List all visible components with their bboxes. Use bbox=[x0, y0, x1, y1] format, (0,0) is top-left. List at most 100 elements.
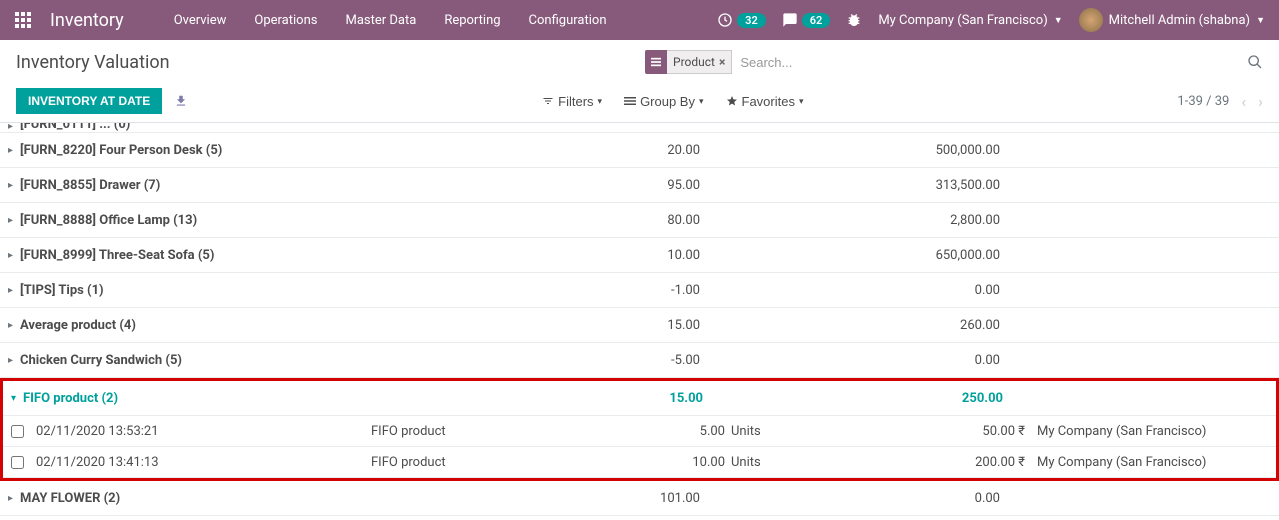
caret-right-icon: ▸ bbox=[8, 145, 16, 156]
search-input[interactable] bbox=[732, 51, 1247, 74]
group-row[interactable]: ▸ [FURN_8220] Four Person Desk (5) 20.00… bbox=[0, 133, 1279, 168]
activity-indicator[interactable]: 32 bbox=[717, 12, 766, 28]
cell-company: My Company (San Francisco) bbox=[1031, 455, 1276, 470]
group-label: [TIPS] Tips (1) bbox=[20, 283, 380, 298]
group-qty: 95.00 bbox=[380, 178, 710, 193]
group-label: Chicken Curry Sandwich (5) bbox=[20, 353, 380, 368]
page-title: Inventory Valuation bbox=[16, 52, 170, 73]
caret-right-icon: ▸ bbox=[8, 493, 16, 504]
group-row[interactable]: ▸ [TIPS] Tips (1) -1.00 0.00 bbox=[0, 273, 1279, 308]
cell-product: FIFO product bbox=[371, 455, 551, 470]
caret-right-icon: ▸ bbox=[8, 123, 16, 132]
apps-icon[interactable] bbox=[14, 11, 32, 29]
group-row[interactable]: ▸ [FURN_8888] Office Lamp (13) 80.00 2,8… bbox=[0, 203, 1279, 238]
nav-links: Overview Operations Master Data Reportin… bbox=[174, 13, 607, 28]
group-row[interactable]: ▸ [FURN_8999] Three-Seat Sofa (5) 10.00 … bbox=[0, 238, 1279, 273]
nav-operations[interactable]: Operations bbox=[254, 13, 317, 28]
cell-date: 02/11/2020 13:53:21 bbox=[36, 424, 371, 439]
group-qty: 80.00 bbox=[380, 213, 710, 228]
nav-overview[interactable]: Overview bbox=[174, 13, 227, 28]
group-row[interactable]: ▸ [FURN_0111] ... (0) bbox=[0, 123, 1279, 133]
group-row[interactable]: ▸ [FURN_8855] Drawer (7) 95.00 313,500.0… bbox=[0, 168, 1279, 203]
control-panel: Inventory Valuation Product × Inventory … bbox=[0, 40, 1279, 123]
table-row[interactable]: 02/11/2020 13:41:13 FIFO product 10.00 U… bbox=[3, 447, 1276, 478]
download-icon[interactable] bbox=[174, 94, 188, 109]
facet-product: Product × bbox=[667, 50, 732, 74]
cell-value: 200.00 ₹ bbox=[811, 455, 1031, 470]
group-label: [FURN_8220] Four Person Desk (5) bbox=[20, 143, 380, 158]
group-val: 0.00 bbox=[710, 491, 1010, 506]
cell-qty: 10.00 bbox=[551, 455, 731, 470]
caret-down-icon: ▾ bbox=[11, 393, 19, 404]
caret-right-icon: ▸ bbox=[8, 355, 16, 366]
inventory-at-date-button[interactable]: Inventory At Date bbox=[16, 88, 162, 114]
group-label: MAY FLOWER (2) bbox=[20, 491, 380, 506]
group-label: [FURN_8888] Office Lamp (13) bbox=[20, 213, 380, 228]
chevron-down-icon: ▾ bbox=[598, 96, 603, 107]
chevron-down-icon: ▼ bbox=[1054, 15, 1063, 26]
group-val: 0.00 bbox=[710, 353, 1010, 368]
pager-next[interactable]: › bbox=[1258, 92, 1263, 111]
group-val: 2,800.00 bbox=[710, 213, 1010, 228]
pager-text[interactable]: 1-39 / 39 bbox=[1177, 94, 1229, 109]
cell-unit: Units bbox=[731, 424, 811, 439]
app-name[interactable]: Inventory bbox=[50, 10, 124, 31]
groupby-button[interactable]: Group By ▾ bbox=[616, 90, 711, 113]
group-qty: -5.00 bbox=[380, 353, 710, 368]
cell-company: My Company (San Francisco) bbox=[1031, 424, 1276, 439]
caret-right-icon: ▸ bbox=[8, 320, 16, 331]
group-qty: 20.00 bbox=[380, 143, 710, 158]
group-label: [FURN_8999] Three-Seat Sofa (5) bbox=[20, 248, 380, 263]
group-row[interactable]: ▸ Chicken Curry Sandwich (5) -5.00 0.00 bbox=[0, 343, 1279, 378]
debug-icon[interactable] bbox=[846, 12, 862, 28]
activity-badge: 32 bbox=[737, 13, 766, 28]
group-qty: 101.00 bbox=[380, 491, 710, 506]
facet-remove[interactable]: × bbox=[719, 55, 725, 69]
nav-reporting[interactable]: Reporting bbox=[444, 13, 500, 28]
search-view: Product × bbox=[645, 50, 1263, 74]
nav-configuration[interactable]: Configuration bbox=[529, 13, 607, 28]
caret-right-icon: ▸ bbox=[8, 215, 16, 226]
messaging-indicator[interactable]: 62 bbox=[782, 12, 831, 28]
chevron-down-icon: ▾ bbox=[799, 96, 804, 107]
caret-right-icon: ▸ bbox=[8, 285, 16, 296]
filters-button[interactable]: Filters ▾ bbox=[534, 90, 610, 113]
group-label: FIFO product (2) bbox=[23, 391, 383, 406]
group-row[interactable]: ▸ Average product (4) 15.00 260.00 bbox=[0, 308, 1279, 343]
group-val: 260.00 bbox=[710, 318, 1010, 333]
group-row[interactable]: ▸ MAY FLOWER (2) 101.00 0.00 bbox=[0, 481, 1279, 516]
caret-right-icon: ▸ bbox=[8, 250, 16, 261]
list-view: ▸ [FURN_0111] ... (0) ▸ [FURN_8220] Four… bbox=[0, 123, 1279, 516]
favorites-button[interactable]: Favorites ▾ bbox=[718, 90, 812, 113]
group-val: 500,000.00 bbox=[710, 143, 1010, 158]
pager-prev[interactable]: ‹ bbox=[1241, 92, 1246, 111]
group-val: 650,000.00 bbox=[710, 248, 1010, 263]
company-selector[interactable]: My Company (San Francisco) ▼ bbox=[878, 13, 1062, 28]
group-qty: 10.00 bbox=[380, 248, 710, 263]
cell-date: 02/11/2020 13:41:13 bbox=[36, 455, 371, 470]
cell-product: FIFO product bbox=[371, 424, 551, 439]
group-val: 250.00 bbox=[713, 391, 1013, 406]
group-label: [FURN_0111] ... (0) bbox=[20, 123, 380, 132]
messaging-badge: 62 bbox=[802, 13, 831, 28]
cell-qty: 5.00 bbox=[551, 424, 731, 439]
user-menu[interactable]: Mitchell Admin (shabna) ▼ bbox=[1079, 8, 1265, 32]
row-checkbox[interactable] bbox=[11, 425, 24, 438]
cell-value: 50.00 ₹ bbox=[811, 424, 1031, 439]
highlight-annotation: ▾ FIFO product (2) 15.00 250.00 02/11/20… bbox=[0, 378, 1279, 481]
table-row[interactable]: 02/11/2020 13:53:21 FIFO product 5.00 Un… bbox=[3, 416, 1276, 447]
facet-groupby-icon bbox=[645, 50, 667, 74]
cell-unit: Units bbox=[731, 455, 811, 470]
caret-right-icon: ▸ bbox=[8, 180, 16, 191]
chevron-down-icon: ▼ bbox=[1256, 15, 1265, 26]
group-qty: -1.00 bbox=[380, 283, 710, 298]
group-qty: 15.00 bbox=[380, 318, 710, 333]
group-label: Average product (4) bbox=[20, 318, 380, 333]
group-row-expanded[interactable]: ▾ FIFO product (2) 15.00 250.00 bbox=[3, 381, 1276, 416]
search-icon[interactable] bbox=[1247, 54, 1263, 70]
avatar bbox=[1079, 8, 1103, 32]
group-val: 313,500.00 bbox=[710, 178, 1010, 193]
nav-masterdata[interactable]: Master Data bbox=[345, 13, 416, 28]
row-checkbox[interactable] bbox=[11, 456, 24, 469]
group-qty: 15.00 bbox=[383, 391, 713, 406]
